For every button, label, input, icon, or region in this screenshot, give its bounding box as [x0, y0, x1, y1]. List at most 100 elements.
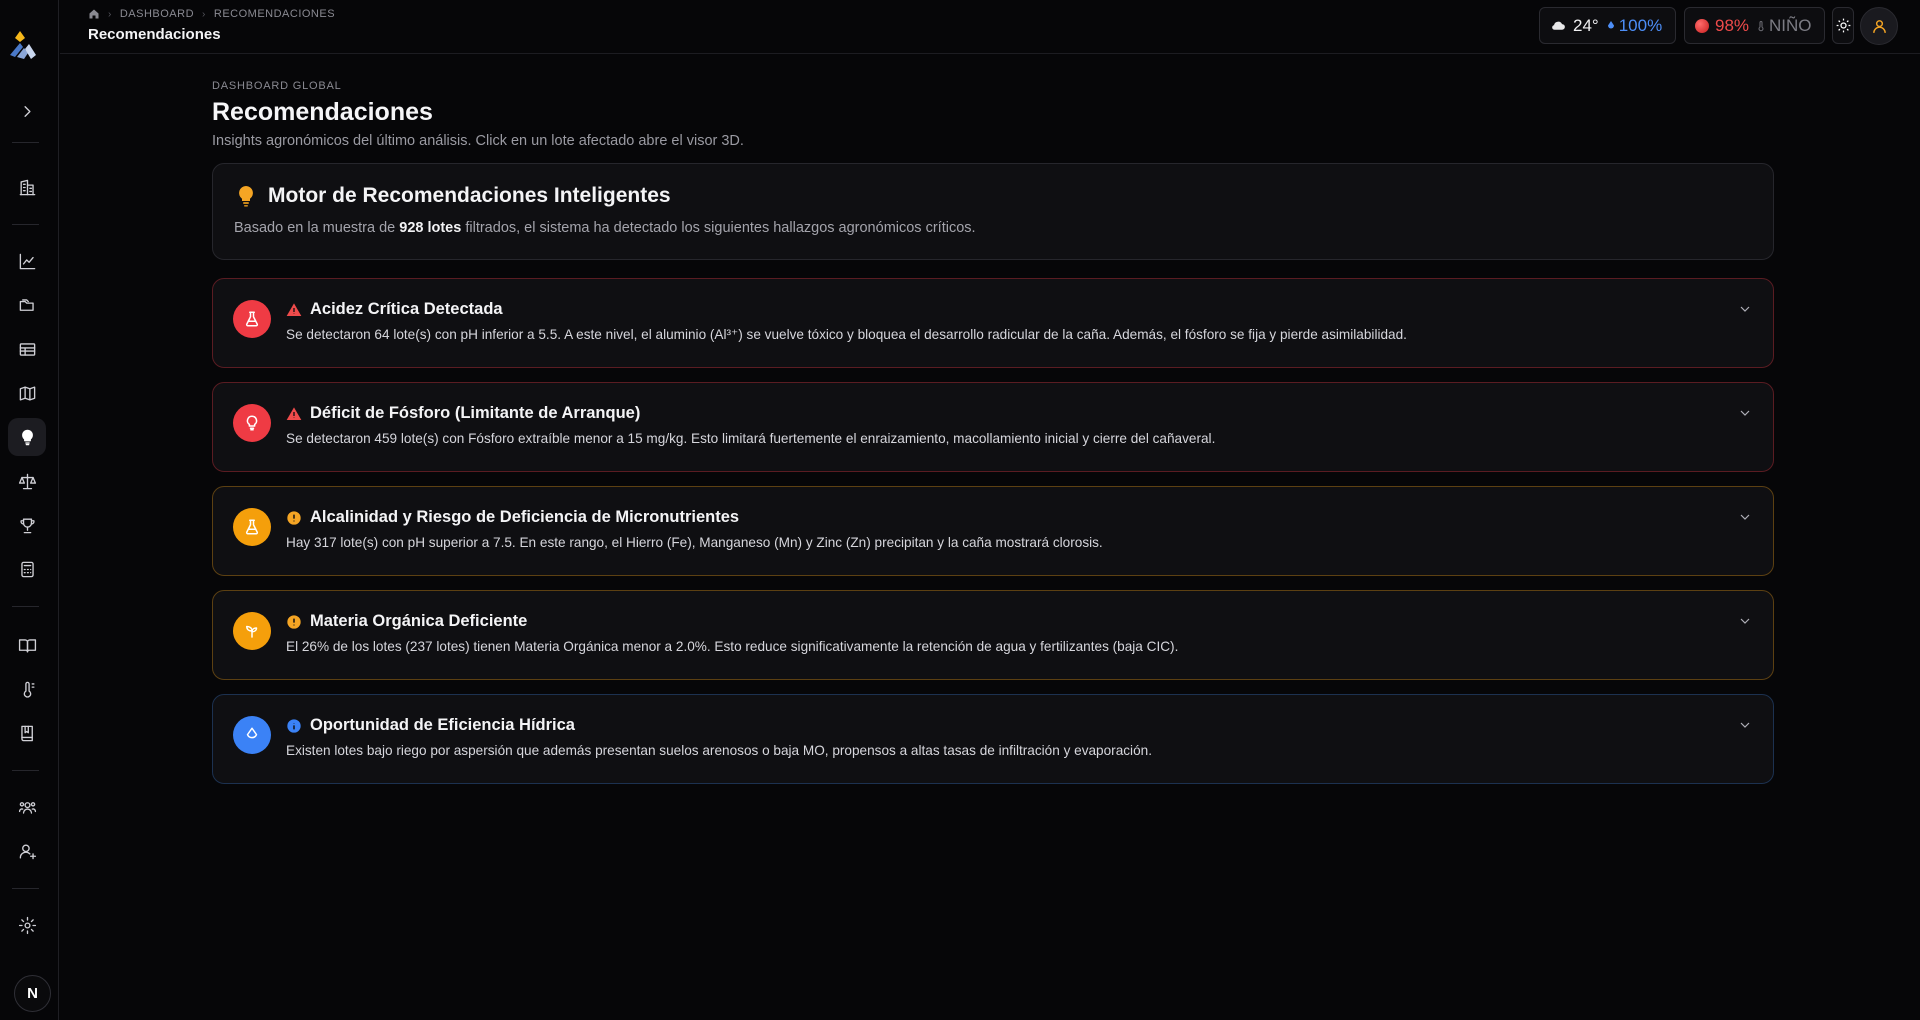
card-icon-badge [233, 716, 271, 754]
app-logo[interactable] [8, 29, 38, 61]
chevron-down-icon [1740, 618, 1750, 624]
enso-phase: NIÑO [1769, 15, 1812, 35]
recommendation-card-water-efficiency[interactable]: Oportunidad de Eficiencia Hídrica Existe… [212, 694, 1774, 784]
weather-widget[interactable]: 24° 100% [1539, 7, 1676, 44]
page-subtitle: Insights agronómicos del último análisis… [212, 133, 744, 149]
dev-badge-label: N [27, 985, 38, 1002]
table-icon [19, 342, 35, 356]
recommendation-card-phosphorus[interactable]: Déficit de Fósforo (Limitante de Arranqu… [212, 382, 1774, 472]
card-icon-badge [233, 404, 271, 442]
enso-widget[interactable]: 98% NIÑO [1684, 7, 1825, 44]
chevron-down-icon [1740, 722, 1750, 728]
status-dot-icon [1695, 18, 1709, 33]
cloud-icon [1552, 21, 1565, 30]
calculator-icon [20, 561, 34, 577]
book-open-icon [18, 638, 36, 653]
main-content: DASHBOARD GLOBAL Recomendaciones Insight… [212, 80, 1774, 784]
engine-desc-prefix: Basado en la muestra de [234, 220, 400, 236]
map-icon [19, 385, 35, 401]
engine-title: Motor de Recomendaciones Inteligentes [268, 184, 671, 207]
sidebar-item-recommendations[interactable] [8, 418, 46, 456]
home-icon[interactable] [88, 8, 100, 20]
card-icon-badge [233, 300, 271, 338]
breadcrumb-dashboard[interactable]: DASHBOARD [120, 8, 194, 20]
flask-icon [245, 311, 259, 327]
sidebar-item-calculator[interactable] [8, 550, 46, 588]
card-icon-badge [233, 508, 271, 546]
page-eyebrow: DASHBOARD GLOBAL [212, 80, 342, 92]
thermometer-icon [23, 681, 35, 698]
top-bar-title: Recomendaciones [88, 26, 221, 43]
sidebar-item-climate[interactable] [8, 670, 46, 708]
breadcrumb-current: RECOMENDACIONES [213, 8, 336, 20]
folders-icon [19, 298, 34, 311]
card-title: Materia Orgánica Deficiente [310, 612, 528, 630]
card-description: El 26% de los lotes (237 lotes) tienen M… [286, 639, 1179, 654]
trophy-icon [19, 517, 35, 533]
expand-card-button[interactable] [1737, 405, 1753, 421]
breadcrumb-separator: › [202, 8, 206, 20]
flask-icon [245, 519, 259, 535]
recommendation-card-organic-matter[interactable]: Materia Orgánica Deficiente El 26% de lo… [212, 590, 1774, 680]
sidebar-item-notebook[interactable] [8, 714, 46, 752]
weather-humidity: 100% [1618, 15, 1663, 35]
expand-card-button[interactable] [1737, 613, 1753, 629]
building-icon [19, 179, 35, 195]
chart-line-icon [19, 253, 35, 269]
sidebar-item-compare[interactable] [8, 462, 46, 500]
dev-badge[interactable]: N [14, 975, 51, 1012]
sidebar-item-settings[interactable] [8, 906, 46, 944]
page-title: Recomendaciones [212, 98, 433, 126]
sun-icon [1836, 18, 1850, 33]
gear-icon [18, 916, 36, 934]
info-icon [287, 718, 301, 733]
expand-sidebar-button[interactable] [8, 92, 46, 130]
expand-card-button[interactable] [1737, 717, 1753, 733]
card-description: Se detectaron 64 lote(s) con pH inferior… [286, 327, 1407, 342]
sidebar-item-guide[interactable] [8, 626, 46, 664]
recommendation-card-acidity[interactable]: Acidez Crítica Detectada Se detectaron 6… [212, 278, 1774, 368]
weather-temperature: 24° [1573, 15, 1599, 35]
breadcrumb-separator: › [108, 8, 112, 20]
lightbulb-icon [21, 429, 33, 445]
breadcrumb: › DASHBOARD › RECOMENDACIONES [88, 8, 335, 20]
expand-card-button[interactable] [1737, 509, 1753, 525]
thermometer-icon [1758, 20, 1764, 31]
recommendation-card-alkalinity[interactable]: Alcalinidad y Riesgo de Deficiencia de M… [212, 486, 1774, 576]
sidebar-divider [12, 888, 39, 889]
sidebar-item-analytics[interactable] [8, 242, 46, 280]
chevron-down-icon [1740, 306, 1750, 312]
engine-desc-suffix: filtrados, el sistema ha detectado los s… [461, 220, 976, 236]
enso-probability: 98% [1715, 15, 1750, 35]
alert-triangle-icon [286, 406, 302, 420]
users-icon [18, 801, 36, 814]
sidebar-item-users[interactable] [8, 788, 46, 826]
sidebar-item-projects[interactable] [8, 286, 46, 324]
sidebar-item-table[interactable] [8, 330, 46, 368]
user-avatar[interactable] [1860, 7, 1898, 45]
sidebar-divider [12, 224, 39, 225]
sprout-icon [246, 625, 258, 638]
card-description: Se detectaron 459 lote(s) con Fósforo ex… [286, 431, 1216, 446]
sidebar-item-ranking[interactable] [8, 506, 46, 544]
card-title: Acidez Crítica Detectada [310, 300, 503, 318]
expand-card-button[interactable] [1737, 301, 1753, 317]
theme-toggle-button[interactable] [1832, 7, 1854, 44]
sidebar-divider [12, 142, 39, 143]
sidebar-divider [12, 606, 39, 607]
top-bar: › DASHBOARD › RECOMENDACIONES Recomendac… [60, 0, 1920, 54]
sidebar-divider [12, 770, 39, 771]
engine-description: Basado en la muestra de 928 lotes filtra… [234, 220, 1752, 236]
alert-triangle-icon [286, 302, 302, 316]
card-description: Existen lotes bajo riego por aspersión q… [286, 743, 1152, 758]
scale-icon [18, 473, 36, 489]
user-icon [1872, 19, 1886, 33]
sidebar-item-invite[interactable] [8, 832, 46, 870]
sidebar-item-map[interactable] [8, 374, 46, 412]
card-icon-badge [233, 612, 271, 650]
lightbulb-icon [239, 186, 253, 207]
alert-circle-icon [287, 614, 301, 629]
chevron-down-icon [1740, 410, 1750, 416]
recommendation-engine-panel: Motor de Recomendaciones Inteligentes Ba… [212, 163, 1774, 260]
sidebar-item-building[interactable] [8, 168, 46, 206]
